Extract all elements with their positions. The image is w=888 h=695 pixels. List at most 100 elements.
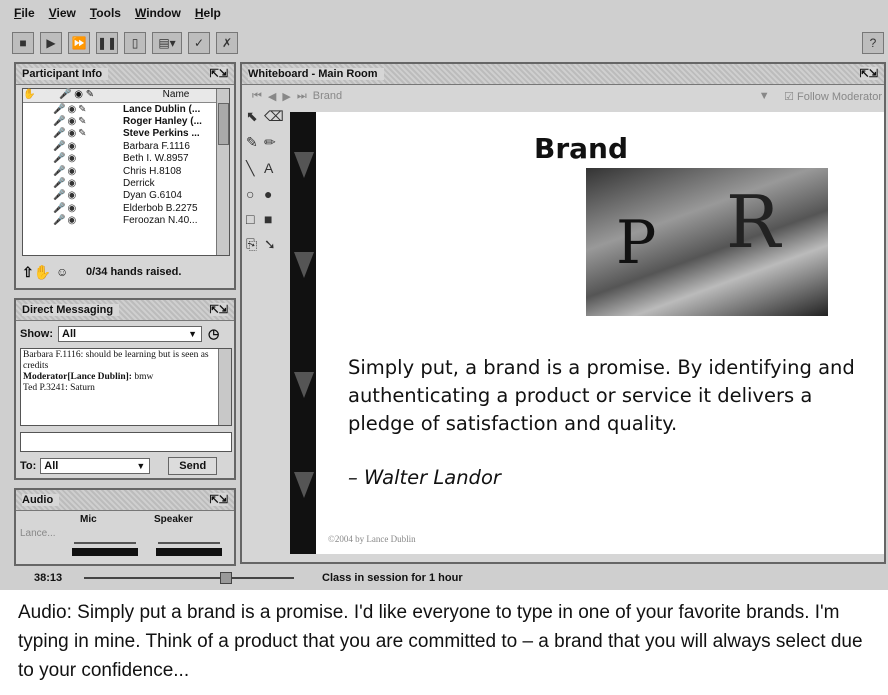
send-button[interactable]: Send <box>168 457 218 475</box>
help-icon[interactable]: ? <box>862 32 884 54</box>
audio-panel: Audio ⇱⇲ Lance... Mic Speaker <box>14 488 236 566</box>
rectangle-tool-icon[interactable]: □ <box>246 211 264 232</box>
menu-file[interactable]: File <box>14 6 35 20</box>
participant-status-icon: 🎤◉ <box>53 202 79 214</box>
whiteboard-slide[interactable]: Brand PR Simply put, a brand is a promis… <box>290 112 884 554</box>
menu-bar: File View Tools Window Help <box>0 0 888 26</box>
status-columns-icon[interactable]: 🎤 ◉ ✎ <box>59 89 123 102</box>
ellipse-tool-icon[interactable]: ○ <box>246 186 264 207</box>
message-input[interactable] <box>20 432 232 452</box>
filled-rectangle-tool-icon[interactable]: ■ <box>264 211 282 232</box>
participant-row[interactable]: 🎤◉ Beth I. W.8957 <box>23 153 229 165</box>
mic-slider[interactable] <box>74 530 136 544</box>
toolbar: ■ ▶ ⏩ ❚❚ ▯ ▤▾ ✓ ✗ ? <box>0 26 888 60</box>
eraser-tool-icon[interactable]: ⌫ <box>264 108 284 130</box>
slide-title: Brand <box>534 132 629 165</box>
participant-status-icon: 🎤◉✎ <box>53 128 89 140</box>
line-tool-icon[interactable]: ╲ <box>246 160 264 182</box>
slide-author: – Walter Landor <box>348 466 501 489</box>
pointer-tool-icon[interactable]: ➘ <box>264 236 282 258</box>
window-controls-icon[interactable]: ⇱⇲ <box>209 493 228 506</box>
direct-messaging-title: Direct Messaging <box>22 304 120 316</box>
mic-label: Mic <box>80 514 97 525</box>
clock-icon[interactable]: ◷ <box>208 326 219 342</box>
mic-control: Mic <box>70 514 142 562</box>
message-sender: Ted P.3241: <box>23 383 68 393</box>
whiteboard-nav: ⏮ ◀ ▶ ⏭ Brand ▼ ☑ Follow Moderator <box>244 86 884 106</box>
participant-row[interactable]: 🎤◉✎ Roger Hanley (... <box>23 115 229 127</box>
text-tool-icon[interactable]: A <box>264 160 282 182</box>
chevron-down-icon: ▼ <box>136 461 146 471</box>
timeline-knob[interactable] <box>220 572 232 584</box>
menu-window[interactable]: Window <box>135 6 181 20</box>
last-page-icon[interactable]: ⏭ <box>297 90 307 103</box>
chevron-down-icon[interactable]: ▼ <box>759 90 770 102</box>
fast-forward-icon[interactable]: ⏩ <box>68 32 90 54</box>
participant-status-icon: 🎤◉ <box>53 215 79 227</box>
speaker-level-meter <box>156 548 222 556</box>
app-window: File View Tools Window Help ■ ▶ ⏩ ❚❚ ▯ ▤… <box>0 0 888 590</box>
participant-row[interactable]: 🎤◉ Barbara F.1116 <box>23 140 229 152</box>
session-status: Class in session for 1 hour <box>322 572 463 584</box>
follow-moderator-label: Follow Moderator <box>797 90 882 103</box>
participant-name: Lance Dublin (... <box>123 103 201 115</box>
raise-hand-column-icon[interactable]: ✋ <box>23 89 59 102</box>
show-filter: Show: All ▼ ◷ <box>20 324 232 344</box>
participant-row[interactable]: 🎤◉ Feroozan N.40... <box>23 215 229 227</box>
participant-row[interactable]: 🎤◉ Dyan G.6104 <box>23 190 229 202</box>
participant-name: Barbara F.1116 <box>123 140 190 152</box>
show-label: Show: <box>20 328 53 340</box>
filled-ellipse-tool-icon[interactable]: ● <box>264 186 282 207</box>
play-icon[interactable]: ▶ <box>40 32 62 54</box>
menu-help[interactable]: Help <box>195 6 221 20</box>
participant-list-header: ✋ 🎤 ◉ ✎ Name <box>23 89 229 103</box>
participant-status-icon: 🎤◉ <box>53 140 79 152</box>
page-select[interactable]: Brand <box>313 90 753 102</box>
highlighter-tool-icon[interactable]: ✏ <box>264 134 282 156</box>
message-item: Barbara F.1116: should be learning but i… <box>23 350 217 372</box>
hands-raised-bar: ⇧✋ ☺ 0/34 hands raised. <box>22 258 228 286</box>
message-item: Moderator[Lance Dublin]: bmw <box>23 372 217 383</box>
menu-view[interactable]: View <box>49 6 76 20</box>
pause-icon[interactable]: ❚❚ <box>96 32 118 54</box>
name-column-header[interactable]: Name <box>123 89 229 102</box>
message-scrollbar[interactable] <box>218 349 231 425</box>
window-controls-icon[interactable]: ⇱⇲ <box>859 67 878 80</box>
speaker-slider[interactable] <box>158 530 220 544</box>
participant-status-icon: 🎤◉✎ <box>53 103 89 115</box>
insert-tool-icon[interactable]: ⎘ <box>246 236 264 258</box>
raise-hand-icon[interactable]: ⇧✋ <box>22 264 56 281</box>
slide-decorative-stripe <box>290 112 316 554</box>
participant-row[interactable]: 🎤◉ Derrick <box>23 177 229 189</box>
participant-row[interactable]: 🎤◉✎ Steve Perkins ... <box>23 128 229 140</box>
participant-row[interactable]: 🎤◉ Elderbob B.2275 <box>23 202 229 214</box>
audio-titlebar: Audio ⇱⇲ <box>16 490 234 511</box>
participant-scrollbar[interactable] <box>216 89 229 255</box>
pen-tool-icon[interactable]: ✎ <box>246 134 264 156</box>
timeline-slider[interactable] <box>84 572 294 584</box>
participant-name: Roger Hanley (... <box>123 116 202 128</box>
participant-status-icon: 🎤◉ <box>53 153 79 165</box>
show-dropdown[interactable]: All ▼ <box>58 326 202 342</box>
follow-moderator-checkbox[interactable]: ☑ Follow Moderator <box>784 90 882 103</box>
layout-icon[interactable]: ▤▾ <box>152 32 182 54</box>
participant-name: Feroozan N.40... <box>123 215 198 227</box>
first-page-icon[interactable]: ⏮ <box>252 90 262 103</box>
participant-info-title: Participant Info <box>22 68 109 80</box>
door-icon[interactable]: ▯ <box>124 32 146 54</box>
emoticon-icon[interactable]: ☺ <box>56 265 86 279</box>
participant-row[interactable]: 🎤◉✎ Lance Dublin (... <box>23 103 229 115</box>
select-tool-icon[interactable]: ⬉ <box>246 108 264 130</box>
menu-tools[interactable]: Tools <box>90 6 121 20</box>
poll-check-icon[interactable]: ✓ <box>188 32 210 54</box>
recipient-dropdown[interactable]: All ▼ <box>40 458 151 474</box>
window-controls-icon[interactable]: ⇱⇲ <box>209 303 228 316</box>
participant-name: Beth I. W.8957 <box>123 153 189 165</box>
window-controls-icon[interactable]: ⇱⇲ <box>209 67 228 80</box>
poll-x-icon[interactable]: ✗ <box>216 32 238 54</box>
stop-icon[interactable]: ■ <box>12 32 34 54</box>
prev-page-icon[interactable]: ◀ <box>268 90 276 103</box>
next-page-icon[interactable]: ▶ <box>282 90 290 103</box>
mic-level-meter <box>72 548 138 556</box>
participant-row[interactable]: 🎤◉ Chris H.8108 <box>23 165 229 177</box>
